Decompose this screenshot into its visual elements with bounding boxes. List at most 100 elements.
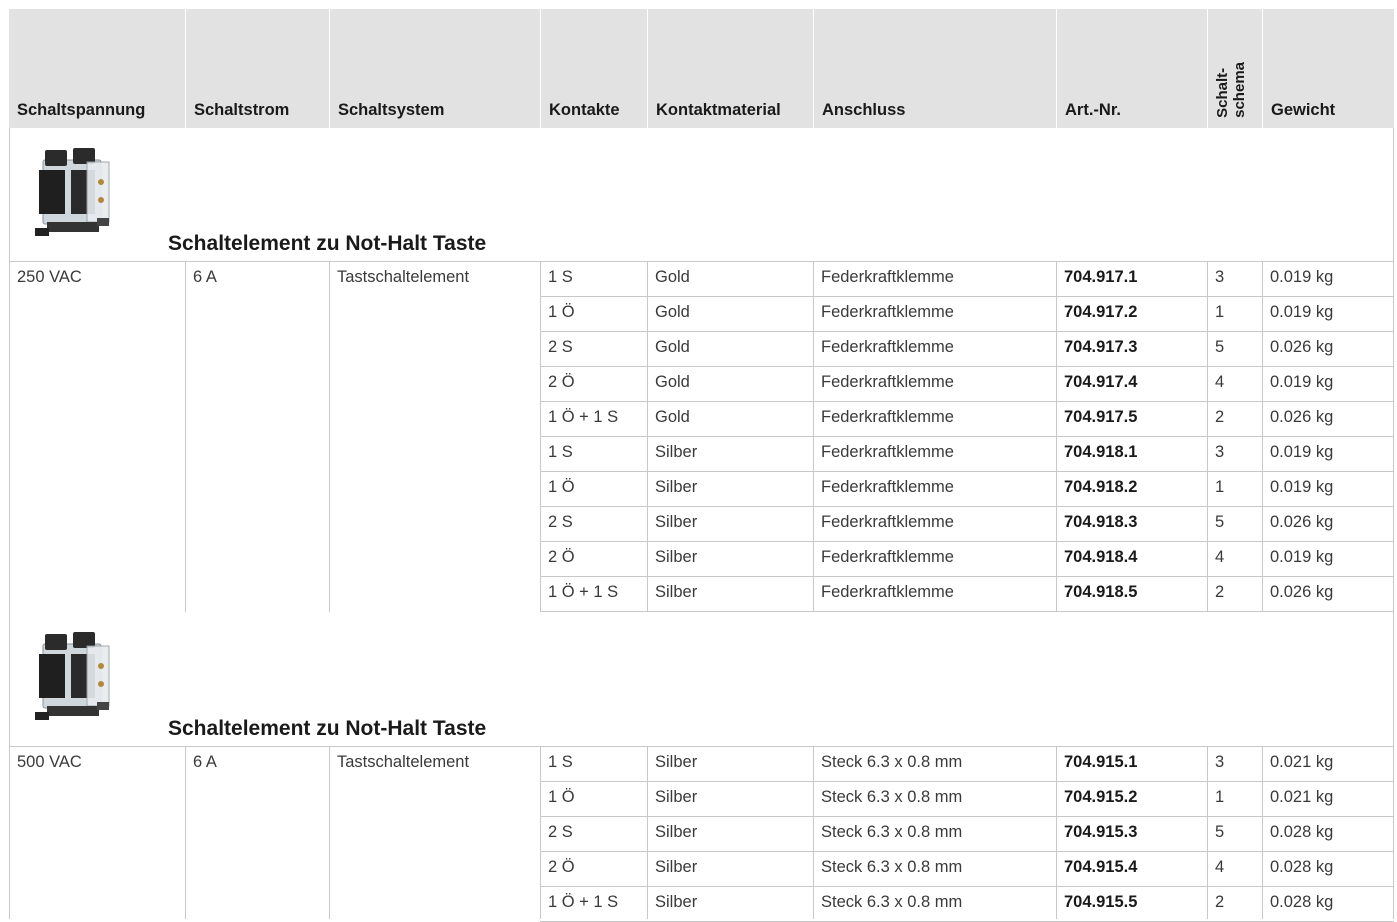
cell-schema: 5 <box>1215 513 1225 531</box>
header-label: Anschluss <box>822 101 906 119</box>
column-divider <box>1207 747 1208 919</box>
header-label: Gewicht <box>1271 101 1336 119</box>
cell-kontakte: 1 Ö <box>548 478 575 496</box>
table-row: 2 Ö Silber Steck 6.3 x 0.8 mm 704.915.4 4 0.0… <box>9 852 1394 887</box>
cell-strom <box>185 472 329 507</box>
cell-schema: 1 <box>1215 788 1225 806</box>
cell-anschluss: Steck 6.3 x 0.8 mm <box>821 753 963 771</box>
product-section-header: Schaltelement zu Not-Halt Taste <box>9 128 1394 262</box>
cell-schema: 4 <box>1215 373 1225 391</box>
section-title: Schaltelement zu Not-Halt Taste <box>168 232 487 255</box>
cell-anschluss: Federkraftklemme <box>821 478 954 496</box>
cell-strom <box>185 782 329 817</box>
cell-strom: 6 A <box>193 753 217 771</box>
column-divider <box>540 262 541 612</box>
cell-spannung <box>9 852 185 887</box>
cell-material: Silber <box>655 478 698 496</box>
cell-anschluss: Federkraftklemme <box>821 373 954 391</box>
header-schaltsystem: Schaltsystem <box>329 9 540 128</box>
column-divider <box>1056 747 1057 919</box>
column-divider <box>813 262 814 612</box>
cell-system: Tastschaltelement <box>337 753 470 771</box>
section-title: Schaltelement zu Not-Halt Taste <box>168 717 487 740</box>
cell-spannung <box>9 332 185 367</box>
cell-spannung <box>9 887 185 922</box>
cell-artnr: 704.918.3 <box>1064 513 1138 531</box>
cell-anschluss: Steck 6.3 x 0.8 mm <box>821 858 963 876</box>
cell-system <box>329 817 540 852</box>
cell-schema: 2 <box>1215 893 1225 911</box>
header-kontakte: Kontakte <box>540 9 647 128</box>
cell-material: Gold <box>655 268 690 286</box>
switching-element-product-image <box>34 147 110 237</box>
cell-kontakte: 1 Ö + 1 S <box>548 893 619 911</box>
cell-kontakte: 1 Ö + 1 S <box>548 408 619 426</box>
column-divider <box>329 747 330 919</box>
cell-kontakte: 2 Ö <box>548 548 575 566</box>
table-row: 1 Ö + 1 S Silber Steck 6.3 x 0.8 mm 704.915… <box>9 887 1394 922</box>
cell-kontakte: 1 Ö <box>548 788 575 806</box>
switching-element-product-image <box>34 631 110 721</box>
table-row: 1 S Silber Federkraftklemme 704.918.1 3 0.019… <box>9 437 1394 472</box>
product-section-header: Schaltelement zu Not-Halt Taste <box>9 612 1394 747</box>
cell-spannung <box>9 817 185 852</box>
column-divider <box>647 747 648 919</box>
cell-gewicht: 0.028 kg <box>1270 858 1334 876</box>
cell-schema: 4 <box>1215 548 1225 566</box>
cell-anschluss: Federkraftklemme <box>821 303 954 321</box>
cell-system <box>329 402 540 437</box>
header-label: Kontaktmaterial <box>656 101 781 119</box>
column-divider <box>647 262 648 612</box>
table-row: 1 Ö Silber Federkraftklemme 704.918.2 1 0.019… <box>9 472 1394 507</box>
cell-spannung <box>9 297 185 332</box>
cell-system <box>329 542 540 577</box>
cell-anschluss: Federkraftklemme <box>821 408 954 426</box>
header-label: Kontakte <box>549 101 620 119</box>
cell-material: Silber <box>655 753 698 771</box>
cell-anschluss: Federkraftklemme <box>821 338 954 356</box>
cell-spannung <box>9 472 185 507</box>
cell-anschluss: Steck 6.3 x 0.8 mm <box>821 893 963 911</box>
cell-schema: 3 <box>1215 443 1225 461</box>
cell-artnr: 704.917.2 <box>1064 303 1138 321</box>
column-divider <box>813 747 814 919</box>
cell-system <box>329 782 540 817</box>
cell-gewicht: 0.021 kg <box>1270 753 1334 771</box>
cell-gewicht: 0.028 kg <box>1270 823 1334 841</box>
cell-artnr: 704.918.4 <box>1064 548 1138 566</box>
cell-anschluss: Federkraftklemme <box>821 548 954 566</box>
cell-material: Silber <box>655 548 698 566</box>
cell-system: Tastschaltelement <box>337 268 470 286</box>
column-divider <box>185 747 186 919</box>
column-divider <box>540 747 541 919</box>
cell-system <box>329 852 540 887</box>
cell-kontakte: 1 S <box>548 443 573 461</box>
header-label: Schaltstrom <box>194 101 290 119</box>
header-schaltstrom: Schaltstrom <box>185 9 329 128</box>
cell-artnr: 704.915.2 <box>1064 788 1138 806</box>
cell-spannung <box>9 577 185 612</box>
cell-kontakte: 2 Ö <box>548 858 575 876</box>
cell-artnr: 704.918.1 <box>1064 443 1138 461</box>
cell-material: Gold <box>655 303 690 321</box>
cell-gewicht: 0.019 kg <box>1270 303 1334 321</box>
cell-schema: 3 <box>1215 753 1225 771</box>
table-row: 250 VAC 6 A Tastschaltelement 1 S Gold Federk… <box>9 262 1394 297</box>
table-row: 2 S Gold Federkraftklemme 704.917.3 5 0.026 k… <box>9 332 1394 367</box>
cell-strom <box>185 402 329 437</box>
table-row: 2 S Silber Steck 6.3 x 0.8 mm 704.915.3 5 0.0… <box>9 817 1394 852</box>
cell-material: Gold <box>655 373 690 391</box>
cell-material: Silber <box>655 893 698 911</box>
cell-artnr: 704.917.3 <box>1064 338 1138 356</box>
cell-artnr: 704.917.5 <box>1064 408 1138 426</box>
cell-gewicht: 0.026 kg <box>1270 408 1334 426</box>
cell-strom <box>185 577 329 612</box>
header-label: Art.-Nr. <box>1065 101 1121 119</box>
cell-gewicht: 0.021 kg <box>1270 788 1334 806</box>
cell-schema: 4 <box>1215 858 1225 876</box>
cell-material: Silber <box>655 823 698 841</box>
cell-artnr: 704.915.4 <box>1064 858 1138 876</box>
column-divider <box>1262 262 1263 612</box>
cell-kontakte: 2 S <box>548 513 573 531</box>
cell-artnr: 704.915.3 <box>1064 823 1138 841</box>
